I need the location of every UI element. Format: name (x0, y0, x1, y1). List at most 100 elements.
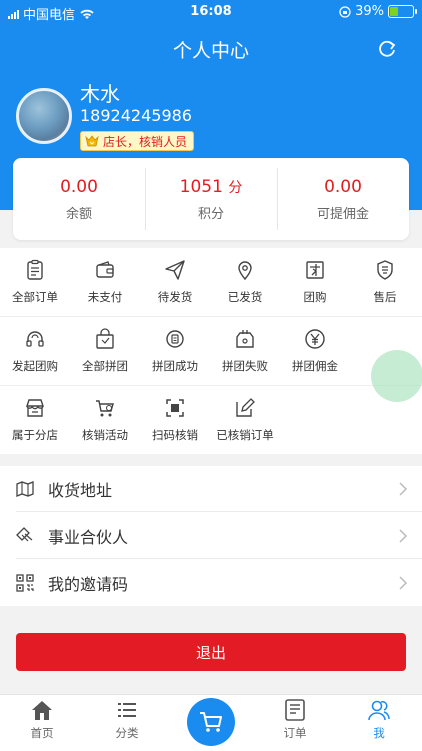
grid-item-scan-verify[interactable]: 扫码核销 (140, 386, 210, 454)
refresh-icon[interactable] (376, 38, 398, 60)
grid-item-label: 全部订单 (12, 290, 58, 304)
tab-category[interactable]: 分类 (92, 699, 162, 741)
battery-icon (388, 5, 417, 18)
tab-home[interactable]: 首页 (7, 699, 77, 741)
function-grid: 全部订单 未支付 待发货 已发货 团购 售后 发起团购 全部拼团 拼团成功 拼团… (0, 248, 422, 454)
list-item-invite-code[interactable]: 我的邀请码 (0, 560, 422, 606)
vip-crown-icon (85, 135, 99, 147)
stat-commission-value: 0.00 (324, 176, 362, 197)
page-title: 个人中心 (172, 40, 249, 62)
grid-item-label: 已发货 (227, 290, 263, 304)
list-item-partner[interactable]: 事业合伙人 (0, 513, 422, 559)
cart-icon (96, 400, 114, 417)
grid-item-label: 团购 (303, 290, 327, 304)
list-item-address[interactable]: 收货地址 (0, 466, 422, 512)
list-icon (118, 703, 136, 717)
grid-row-group: 发起团购 全部拼团 拼团成功 拼团失败 拼团佣金 (0, 317, 422, 386)
grid-item-unpaid[interactable]: 未支付 (70, 248, 140, 316)
cart-center-button[interactable] (187, 698, 235, 746)
headset-icon (26, 331, 44, 347)
cart-icon (200, 712, 222, 732)
orientation-lock-icon (339, 5, 351, 18)
user-phone: 18924245986 (80, 106, 192, 125)
grid-item-shipped[interactable]: 已发货 (210, 248, 280, 316)
scan-icon (166, 399, 184, 417)
grid-item-all-orders[interactable]: 全部订单 (0, 248, 70, 316)
qrcode-icon (16, 574, 34, 592)
grid-item-group-success[interactable]: 拼团成功 (140, 317, 210, 385)
grid-item-label: 核销活动 (82, 428, 128, 442)
map-icon (16, 481, 34, 497)
grid-item-group-buy[interactable]: 团购 (280, 248, 350, 316)
grid-item-after-sale[interactable]: 售后 (350, 248, 420, 316)
chevron-right-icon (399, 576, 408, 590)
grid-item-label: 属于分店 (12, 428, 58, 442)
store-icon (26, 399, 44, 417)
grid-item-verified-orders[interactable]: 已核销订单 (210, 386, 280, 454)
grid-item-label: 扫码核销 (152, 428, 198, 442)
grid-item-group-failed[interactable]: 拼团失败 (210, 317, 280, 385)
grid-item-label: 未支付 (87, 290, 123, 304)
stat-balance-value: 0.00 (60, 176, 98, 197)
grid-item-label: 已核销订单 (216, 428, 274, 442)
stat-balance-label: 余额 (65, 206, 92, 222)
stat-points-label: 积分 (197, 206, 224, 222)
handshake-icon (16, 527, 33, 542)
role-badge: 店长，核销人员 (80, 131, 195, 151)
yen-icon (305, 329, 325, 349)
role-badge-text: 店长，核销人员 (103, 134, 188, 149)
edit-icon (236, 398, 255, 417)
grid-item-branch-store[interactable]: 属于分店 (0, 386, 70, 454)
grid-item-label: 拼团成功 (152, 359, 198, 373)
stat-balance[interactable]: 0.00 余额 (13, 158, 145, 240)
grid-item-all-group[interactable]: 全部拼团 (70, 317, 140, 385)
status-bar: 中国电信 16:08 39% (0, 0, 422, 24)
send-icon (165, 260, 185, 280)
avatar[interactable] (16, 88, 72, 144)
floating-assistive-ball[interactable] (371, 350, 422, 402)
shopping-bag-icon (96, 328, 114, 349)
chevron-right-icon (399, 529, 408, 543)
home-icon (32, 701, 52, 720)
chevron-right-icon (399, 482, 408, 496)
tab-me[interactable]: 我 (344, 699, 414, 741)
tab-orders[interactable]: 订单 (260, 699, 330, 741)
coin-icon (166, 330, 184, 348)
list-item-label: 我的邀请码 (48, 575, 129, 594)
order-icon (285, 699, 305, 721)
grid-item-group-commission[interactable]: 拼团佣金 (280, 317, 350, 385)
settings-list: 收货地址 事业合伙人 我的邀请码 (0, 466, 422, 606)
group-buy-icon (306, 261, 324, 279)
grid-item-start-group[interactable]: 发起团购 (0, 317, 70, 385)
stat-points-unit: 分 (228, 179, 243, 196)
grid-item-to-ship[interactable]: 待发货 (140, 248, 210, 316)
grid-item-label: 拼团失败 (222, 359, 268, 373)
list-item-label: 收货地址 (48, 481, 113, 500)
grid-item-label: 全部拼团 (82, 359, 128, 373)
user-name: 木水 (80, 82, 120, 106)
location-pin-icon (238, 261, 252, 281)
battery-percent: 39% (355, 4, 384, 19)
stat-commission-label: 可提佣金 (316, 206, 369, 222)
stats-card: 0.00 余额 1051 分 积分 0.00 可提佣金 (13, 158, 409, 240)
tag-icon (236, 330, 254, 348)
list-item-label: 事业合伙人 (48, 528, 129, 547)
grid-item-label: 待发货 (157, 290, 193, 304)
grid-row-orders: 全部订单 未支付 待发货 已发货 团购 售后 (0, 248, 422, 317)
grid-item-label: 售后 (373, 290, 397, 304)
wallet-icon (96, 261, 114, 278)
tab-label: 订单 (283, 726, 307, 740)
stat-points[interactable]: 1051 分 积分 (145, 158, 277, 240)
tab-label: 我 (373, 726, 385, 740)
grid-row-verify: 属于分店 核销活动 扫码核销 已核销订单 (0, 386, 422, 454)
grid-item-label: 拼团佣金 (292, 359, 338, 373)
tab-label: 首页 (30, 726, 54, 740)
grid-item-verify-activity[interactable]: 核销活动 (70, 386, 140, 454)
stat-points-value: 1051 (179, 176, 223, 197)
after-sale-icon (377, 260, 393, 280)
grid-item-label: 发起团购 (12, 359, 58, 373)
tab-label: 分类 (115, 726, 139, 740)
stat-commission[interactable]: 0.00 可提佣金 (277, 158, 409, 240)
logout-button[interactable]: 退出 (16, 633, 406, 671)
user-icon (368, 700, 390, 721)
